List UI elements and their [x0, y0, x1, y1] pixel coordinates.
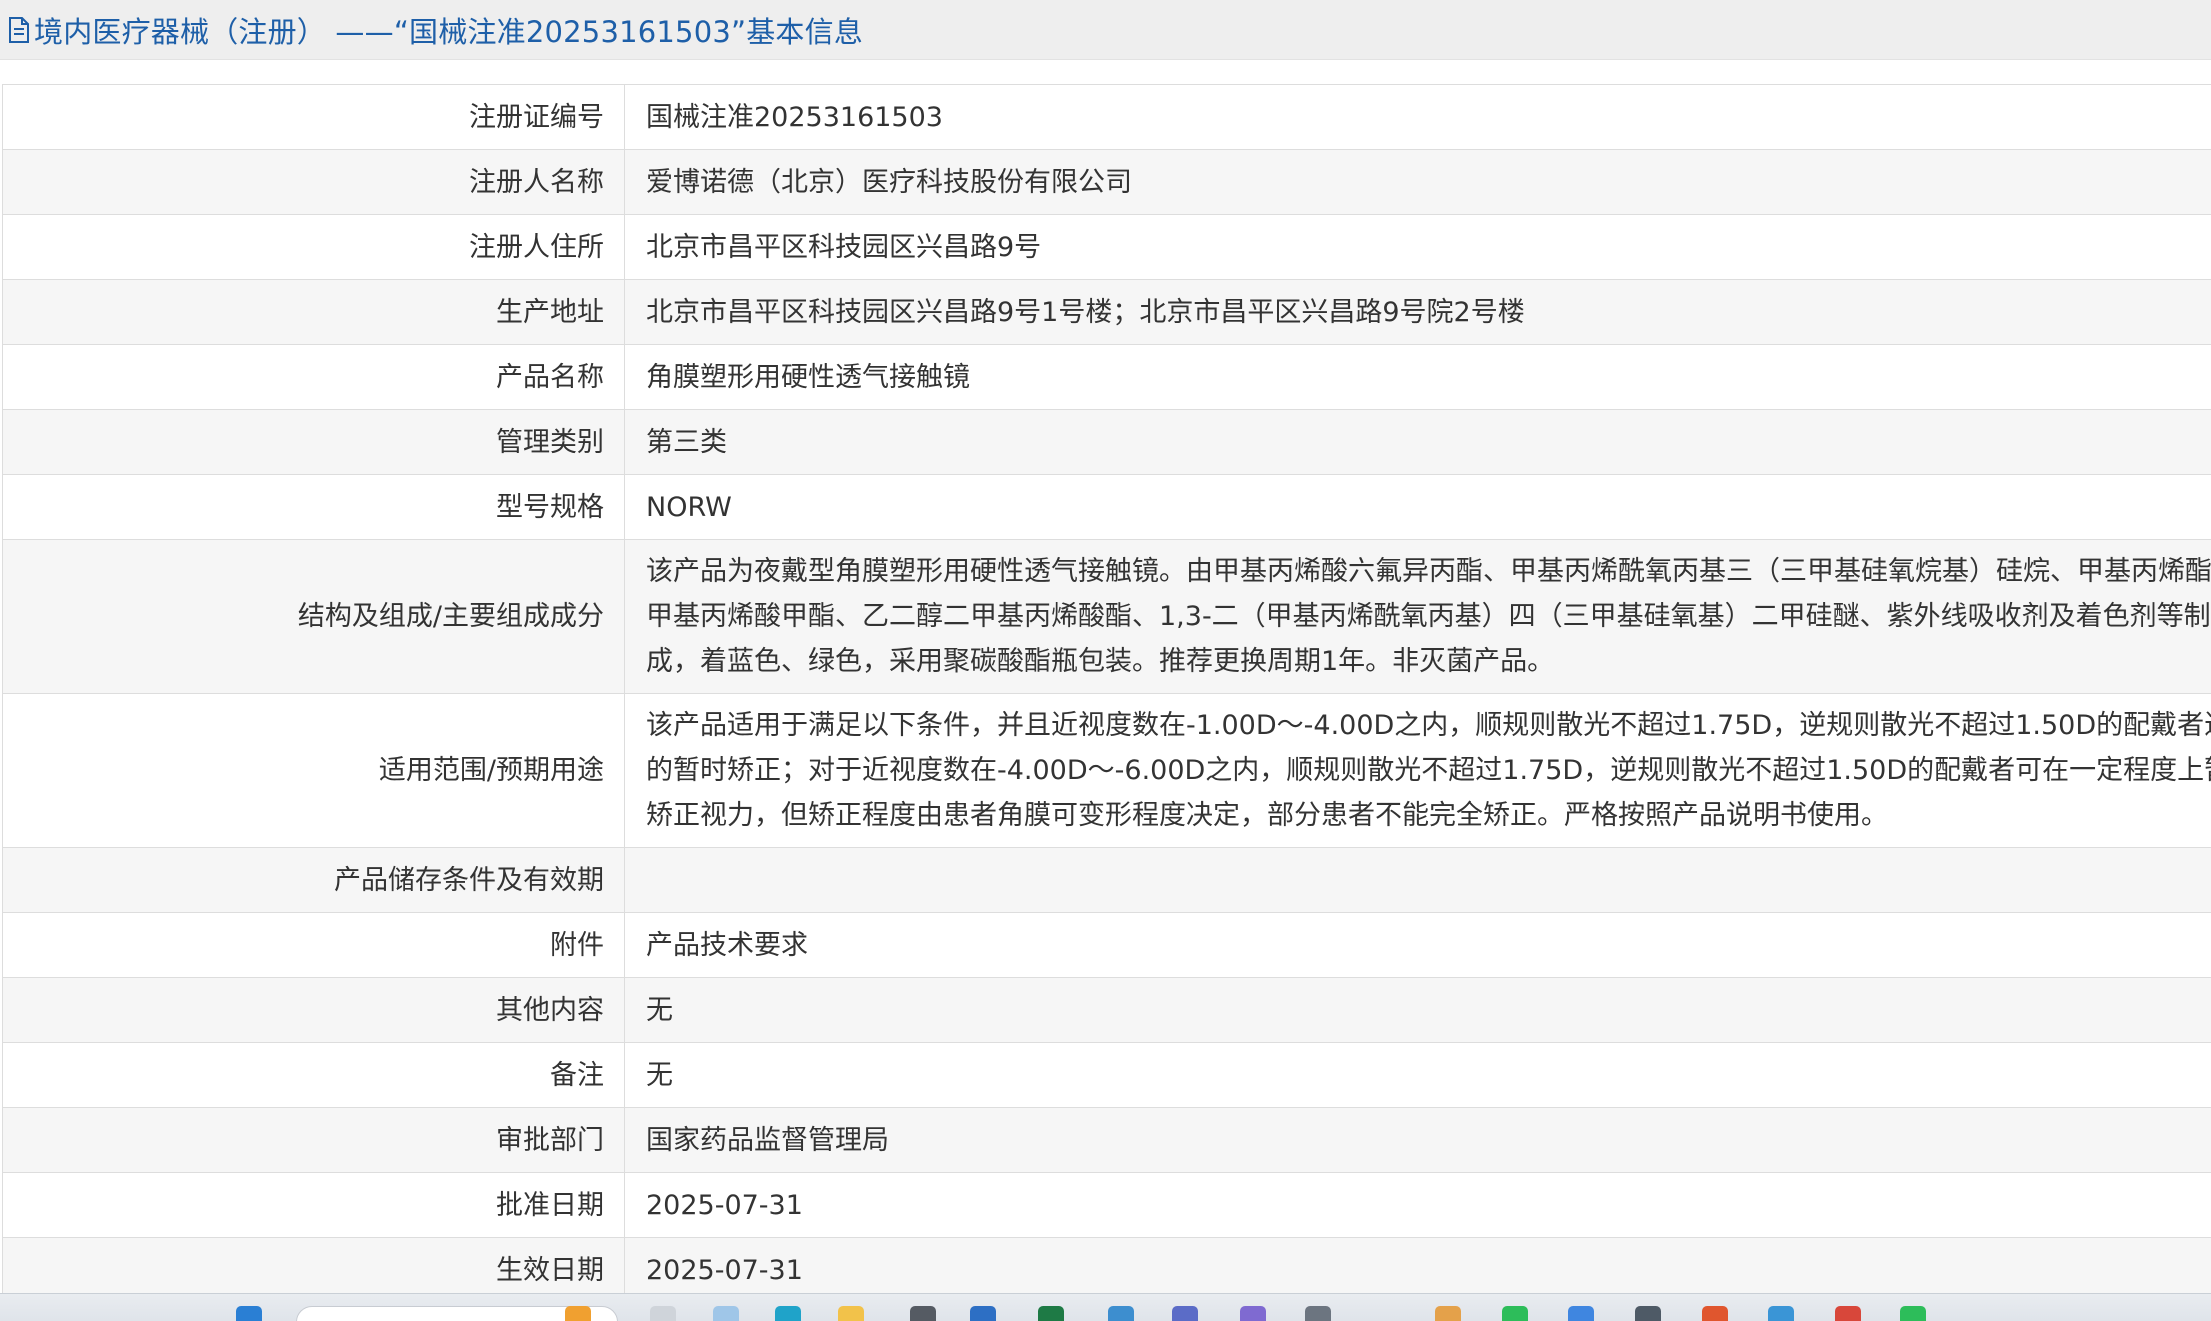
table-row: 附件 产品技术要求	[3, 913, 2211, 978]
row-value: 国械注准20253161503	[625, 85, 2211, 150]
app-icon[interactable]	[1768, 1306, 1794, 1321]
row-value: 2025-07-31	[625, 1173, 2211, 1238]
row-label: 备注	[3, 1043, 625, 1108]
row-label: 其他内容	[3, 978, 625, 1043]
row-value: 该产品为夜戴型角膜塑形用硬性透气接触镜。由甲基丙烯酸六氟异丙酯、甲基丙烯酰氧丙基…	[625, 540, 2211, 694]
row-value: 爱博诺德（北京）医疗科技股份有限公司	[625, 150, 2211, 215]
row-label: 批准日期	[3, 1173, 625, 1238]
table-row: 产品名称 角膜塑形用硬性透气接触镜	[3, 345, 2211, 410]
app-icon[interactable]	[1172, 1306, 1198, 1321]
row-label: 生产地址	[3, 280, 625, 345]
browser-icon[interactable]	[775, 1306, 801, 1321]
app-icon[interactable]	[1835, 1306, 1861, 1321]
row-value	[625, 848, 2211, 913]
app-icon[interactable]	[1305, 1306, 1331, 1321]
row-value: 角膜塑形用硬性透气接触镜	[625, 345, 2211, 410]
table-row: 批准日期 2025-07-31	[3, 1173, 2211, 1238]
store-icon[interactable]	[910, 1306, 936, 1321]
table-row: 适用范围/预期用途 该产品适用于满足以下条件，并且近视度数在-1.00D～-4.…	[3, 694, 2211, 848]
app-icon[interactable]	[1240, 1306, 1266, 1321]
row-value: NORW	[625, 475, 2211, 540]
row-value: 国家药品监督管理局	[625, 1108, 2211, 1173]
value-line: 的暂时矫正；对于近视度数在-4.00D～-6.00D之内，顺规则散光不超过1.7…	[646, 748, 2211, 793]
row-value: 北京市昌平区科技园区兴昌路9号	[625, 215, 2211, 280]
row-label: 审批部门	[3, 1108, 625, 1173]
value-line: 该产品适用于满足以下条件，并且近视度数在-1.00D～-4.00D之内，顺规则散…	[646, 703, 2211, 748]
table-row: 审批部门 国家药品监督管理局	[3, 1108, 2211, 1173]
info-table: 注册证编号 国械注准20253161503 注册人名称 爱博诺德（北京）医疗科技…	[2, 84, 2211, 1303]
row-label: 产品名称	[3, 345, 625, 410]
folder-icon[interactable]	[1435, 1306, 1461, 1321]
browser-icon[interactable]	[565, 1306, 591, 1321]
row-value: 第三类	[625, 410, 2211, 475]
app-icon[interactable]	[1635, 1306, 1661, 1321]
document-icon	[4, 10, 34, 50]
row-label: 注册人住所	[3, 215, 625, 280]
app-icon[interactable]	[1900, 1306, 1926, 1321]
table-row: 注册证编号 国械注准20253161503	[3, 85, 2211, 150]
table-row: 管理类别 第三类	[3, 410, 2211, 475]
row-label: 产品储存条件及有效期	[3, 848, 625, 913]
row-label: 注册证编号	[3, 85, 625, 150]
row-value: 产品技术要求	[625, 913, 2211, 978]
excel-icon[interactable]	[1038, 1306, 1064, 1321]
value-line: 甲基丙烯酸甲酯、乙二醇二甲基丙烯酸酯、1,3-二（甲基丙烯酰氧丙基）四（三甲基硅…	[646, 594, 2211, 639]
table-row: 备注 无	[3, 1043, 2211, 1108]
taskbar	[0, 1293, 2211, 1321]
row-label: 结构及组成/主要组成成分	[3, 540, 625, 694]
app-icon[interactable]	[1108, 1306, 1134, 1321]
table-row: 其他内容 无	[3, 978, 2211, 1043]
table-row: 产品储存条件及有效期	[3, 848, 2211, 913]
page-title: 境内医疗器械（注册） ——“国械注准20253161503”基本信息	[34, 9, 863, 51]
table-row: 型号规格 NORW	[3, 475, 2211, 540]
app-icon[interactable]	[1702, 1306, 1728, 1321]
table-row: 生产地址 北京市昌平区科技园区兴昌路9号1号楼；北京市昌平区兴昌路9号院2号楼	[3, 280, 2211, 345]
row-value: 无	[625, 1043, 2211, 1108]
folder-icon[interactable]	[838, 1306, 864, 1321]
app-icon[interactable]	[1568, 1306, 1594, 1321]
start-icon[interactable]	[236, 1306, 262, 1321]
row-value: 北京市昌平区科技园区兴昌路9号1号楼；北京市昌平区兴昌路9号院2号楼	[625, 280, 2211, 345]
folder-icon[interactable]	[650, 1306, 676, 1321]
row-label: 附件	[3, 913, 625, 978]
row-label: 适用范围/预期用途	[3, 694, 625, 848]
value-line: 该产品为夜戴型角膜塑形用硬性透气接触镜。由甲基丙烯酸六氟异丙酯、甲基丙烯酰氧丙基…	[646, 549, 2211, 594]
row-label: 型号规格	[3, 475, 625, 540]
app-icon[interactable]	[713, 1306, 739, 1321]
row-value: 该产品适用于满足以下条件，并且近视度数在-1.00D～-4.00D之内，顺规则散…	[625, 694, 2211, 848]
wechat-icon[interactable]	[1502, 1306, 1528, 1321]
row-label: 注册人名称	[3, 150, 625, 215]
table-row: 注册人名称 爱博诺德（北京）医疗科技股份有限公司	[3, 150, 2211, 215]
mail-icon[interactable]	[970, 1306, 996, 1321]
value-line: 矫正视力，但矫正程度由患者角膜可变形程度决定，部分患者不能完全矫正。严格按照产品…	[646, 793, 2211, 838]
row-label: 管理类别	[3, 410, 625, 475]
table-row: 注册人住所 北京市昌平区科技园区兴昌路9号	[3, 215, 2211, 280]
value-line: 成，着蓝色、绿色，采用聚碳酸酯瓶包装。推荐更换周期1年。非灭菌产品。	[646, 639, 2211, 684]
row-value: 无	[625, 978, 2211, 1043]
table-row: 结构及组成/主要组成成分 该产品为夜戴型角膜塑形用硬性透气接触镜。由甲基丙烯酸六…	[3, 540, 2211, 694]
page-header: 境内医疗器械（注册） ——“国械注准20253161503”基本信息	[0, 0, 2211, 60]
